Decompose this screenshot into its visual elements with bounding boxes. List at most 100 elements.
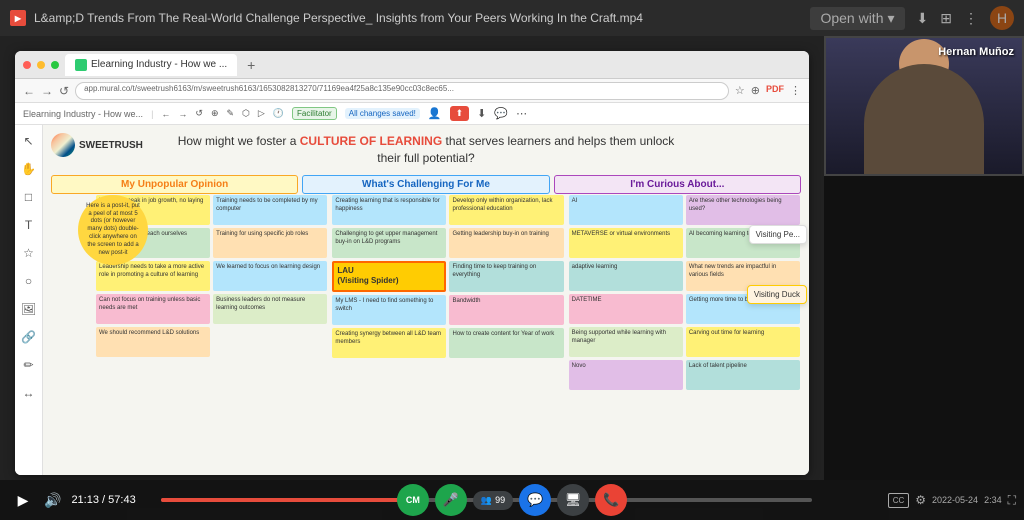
connect-tool[interactable]: ↔: [19, 383, 39, 403]
shape-tool[interactable]: ○: [19, 271, 39, 291]
tab-label: Elearning Industry - How we ...: [91, 59, 227, 70]
time-display-meeting: 2:34: [984, 495, 1002, 505]
bottom-right-info: CC ⚙ 2022-05-24 2:34 ⛶: [824, 480, 1024, 520]
pdf-icon: PDF: [766, 84, 784, 97]
bookmark-icon[interactable]: ☆: [735, 84, 745, 97]
star-tool[interactable]: ☆: [19, 243, 39, 263]
sticky-note[interactable]: Creating learning that is responsible fo…: [332, 195, 446, 225]
close-dot[interactable]: [23, 61, 31, 69]
more-icon[interactable]: ⋮: [964, 10, 978, 27]
sticky-note[interactable]: Lack of talent pipeline: [686, 360, 800, 390]
sticky-note[interactable]: Finding time to keep training on everyth…: [449, 261, 563, 292]
settings-icon[interactable]: ⚙: [915, 493, 926, 507]
toolbar-play[interactable]: ▷: [258, 108, 265, 119]
toolbar-timer[interactable]: 🕐: [273, 108, 284, 119]
sticky-note[interactable]: Training needs to be completed by my com…: [213, 195, 327, 225]
sticky-note[interactable]: We should recommend L&D solutions: [96, 327, 210, 357]
sticky-note[interactable]: Business leaders do not measure learning…: [213, 294, 327, 324]
browser-action-icons: ☆ ⊕ PDF ⋮: [735, 84, 801, 97]
fullscreen-icon[interactable]: ⛶: [1008, 493, 1016, 508]
download-icon[interactable]: ⬇: [917, 10, 929, 27]
sticky-note[interactable]: Training for using specific job roles: [213, 228, 327, 258]
toolbar-back[interactable]: ←: [161, 109, 170, 119]
cm-button[interactable]: CM: [397, 484, 429, 516]
participants-button[interactable]: 👥 99: [473, 491, 513, 510]
avatar[interactable]: H: [990, 6, 1014, 30]
sticky-note[interactable]: adaptive learning: [569, 261, 683, 291]
mural-canvas[interactable]: ↖ ✋ □ T ☆ ○ 🖼 🔗 ✏ ↔ SWEETRUSH: [15, 125, 809, 475]
lau-sticky[interactable]: LAU(Visiting Spider): [332, 261, 446, 292]
sticky-note[interactable]: Challenging to get upper management buy-…: [332, 228, 446, 258]
cursor-tool[interactable]: ↖: [19, 131, 39, 151]
sticky-note[interactable]: Develop only within organization, lack p…: [449, 195, 563, 225]
sticky-note[interactable]: Can not focus on training unless basic n…: [96, 294, 210, 324]
facilitator-badge[interactable]: Facilitator: [292, 107, 337, 120]
sticky-note[interactable]: Bandwidth: [449, 295, 563, 325]
saved-badge: All changes saved!: [345, 108, 420, 119]
left-tools: ↖ ✋ □ T ☆ ○ 🖼 🔗 ✏ ↔: [15, 125, 43, 475]
sticky-note[interactable]: How to create content for Year of work: [449, 328, 563, 358]
sticky-note[interactable]: Carving out time for learning: [686, 327, 800, 357]
toolbar-pen[interactable]: ✎: [227, 108, 235, 119]
maximize-dot[interactable]: [51, 61, 59, 69]
sticky-note[interactable]: Being supported while learning with mana…: [569, 327, 683, 357]
browser-tab[interactable]: Elearning Industry - How we ...: [65, 54, 237, 76]
sticky-note[interactable]: Creating synergy between all L&D team me…: [332, 328, 446, 358]
presenter-bg: Hernan Muñoz: [826, 38, 1022, 174]
minimize-dot[interactable]: [37, 61, 45, 69]
download-board-icon[interactable]: ⬇: [477, 107, 486, 120]
column-challenging: What's Challenging For Me: [302, 175, 549, 194]
titlebar: ▶ L&amp;D Trends From The Real-World Cha…: [0, 0, 1024, 36]
question-prefix: How might we foster a: [178, 134, 300, 148]
sticky-note[interactable]: Novo: [569, 360, 683, 390]
sticky-tool[interactable]: □: [19, 187, 39, 207]
sticky-note[interactable]: DATETIME: [569, 294, 683, 324]
forward-button[interactable]: →: [41, 84, 53, 98]
chevron-down-icon: ▾: [888, 10, 895, 27]
sr-logo-icon: [51, 133, 75, 157]
text-tool[interactable]: T: [19, 215, 39, 235]
sticky-note[interactable]: My LMS - I need to find something to swi…: [332, 295, 446, 325]
mic-button[interactable]: 🎤: [435, 484, 467, 516]
address-input[interactable]: app.mural.co/t/sweetrush6163/m/sweetrush…: [75, 82, 729, 100]
progress-fill: [161, 498, 402, 502]
hand-tool[interactable]: ✋: [19, 159, 39, 179]
sticky-column-2: Creating learning that is responsible fo…: [332, 195, 564, 467]
volume-icon[interactable]: 🔊: [44, 492, 61, 509]
image-tool[interactable]: 🖼: [19, 299, 39, 319]
toolbar-add[interactable]: ⊕: [211, 108, 219, 119]
sticky-note[interactable]: METAVERSE or virtual environments: [569, 228, 683, 258]
new-tab-button[interactable]: +: [243, 57, 259, 73]
open-with-button[interactable]: Open with ▾: [810, 7, 904, 30]
sticky-note[interactable]: Leadership needs to take a more active r…: [96, 261, 210, 291]
cc-button[interactable]: CC: [888, 493, 910, 508]
chat-button[interactable]: 💬: [519, 484, 551, 516]
question-highlight: CULTURE OF LEARNING: [300, 134, 442, 148]
presenter-body: [864, 64, 984, 174]
more-toolbar-icon[interactable]: ⋯: [516, 107, 527, 120]
toolbar-undo[interactable]: ↺: [195, 108, 203, 119]
sticky-note[interactable]: AI: [569, 195, 683, 225]
back-button[interactable]: ←: [23, 84, 35, 98]
sticky-note[interactable]: Are these other technologies being used?: [686, 195, 800, 225]
comment-icon[interactable]: 💬: [494, 107, 508, 120]
extension-icon[interactable]: ⊕: [751, 84, 760, 97]
sticky-note[interactable]: We learned to focus on learning design: [213, 261, 327, 291]
presenter-name: Hernan Muñoz: [938, 46, 1014, 58]
sticky-note[interactable]: Getting leadership buy-in on training: [449, 228, 563, 258]
link-tool[interactable]: 🔗: [19, 327, 39, 347]
file-icon: ▶: [10, 10, 26, 26]
toolbar-shapes[interactable]: ⬡: [242, 108, 250, 119]
more-actions-icon[interactable]: ⋮: [790, 84, 801, 97]
mural-breadcrumb: Elearning Industry - How we...: [23, 109, 143, 119]
share-screen-button[interactable]: 🖥: [557, 484, 589, 516]
play-button[interactable]: ▶: [12, 489, 34, 511]
toolbar-forward[interactable]: →: [178, 109, 187, 119]
board-header: How might we foster a CULTURE OF LEARNIN…: [176, 133, 676, 167]
pen-tool[interactable]: ✏: [19, 355, 39, 375]
sweetrush-logo: SWEETRUSH: [51, 133, 143, 157]
share-button[interactable]: ⬆: [450, 106, 470, 121]
grid-icon[interactable]: ⊞: [940, 10, 952, 27]
reload-button[interactable]: ↺: [59, 84, 69, 98]
end-call-button[interactable]: 📞: [595, 484, 627, 516]
